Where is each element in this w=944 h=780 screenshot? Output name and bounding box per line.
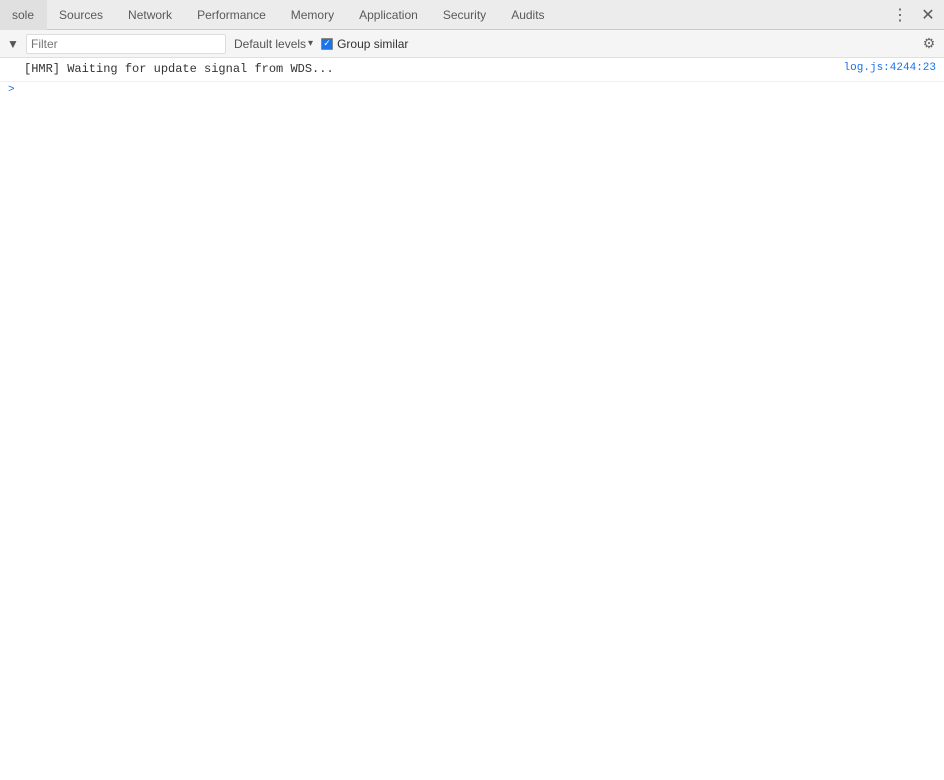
gear-icon: ⚙ <box>923 35 936 52</box>
tab-sources[interactable]: Sources <box>47 0 116 30</box>
tab-memory[interactable]: Memory <box>279 0 347 30</box>
more-tabs-icon: ⋮ <box>892 5 908 25</box>
console-message-link[interactable]: log.js:4244:23 <box>844 61 936 76</box>
tab-console-label: sole <box>12 8 34 22</box>
filter-input[interactable] <box>27 37 225 51</box>
tab-security-label: Security <box>443 8 486 22</box>
tab-application[interactable]: Application <box>347 0 431 30</box>
more-tabs-button[interactable]: ⋮ <box>888 3 912 27</box>
console-toolbar: ▼ Default levels ▾ ✓ Group similar ⚙ <box>0 30 944 58</box>
tab-bar-right: ⋮ ✕ <box>888 3 944 27</box>
console-message-row: [HMR] Waiting for update signal from WDS… <box>0 58 944 82</box>
default-levels-arrow-icon: ▾ <box>308 38 313 49</box>
tab-audits[interactable]: Audits <box>499 0 557 30</box>
tab-performance[interactable]: Performance <box>185 0 279 30</box>
close-icon: ✕ <box>921 5 934 25</box>
group-similar-label: Group similar <box>337 37 408 51</box>
expand-arrow-icon: ▼ <box>7 37 19 51</box>
console-message-text: [HMR] Waiting for update signal from WDS… <box>24 61 836 78</box>
tab-application-label: Application <box>359 8 418 22</box>
tab-memory-label: Memory <box>291 8 334 22</box>
tab-console[interactable]: sole <box>0 0 47 30</box>
settings-button[interactable]: ⚙ <box>918 33 940 55</box>
close-devtools-button[interactable]: ✕ <box>916 3 940 27</box>
default-levels-label: Default levels <box>234 37 306 51</box>
console-drawer-expand[interactable]: ▼ <box>4 35 22 53</box>
tab-audits-label: Audits <box>511 8 544 22</box>
console-expand-row: > <box>0 82 944 98</box>
tab-performance-label: Performance <box>197 8 266 22</box>
tab-security[interactable]: Security <box>431 0 499 30</box>
tab-network[interactable]: Network <box>116 0 185 30</box>
tab-bar-left: sole Sources Network Performance Memory … <box>0 0 888 30</box>
filter-box[interactable] <box>26 34 226 54</box>
devtools-window: sole Sources Network Performance Memory … <box>0 0 944 780</box>
tab-bar: sole Sources Network Performance Memory … <box>0 0 944 30</box>
group-similar-checkbox[interactable]: ✓ <box>321 38 333 50</box>
group-similar-toggle[interactable]: ✓ Group similar <box>321 37 408 51</box>
tab-network-label: Network <box>128 8 172 22</box>
default-levels-dropdown[interactable]: Default levels ▾ <box>230 34 317 54</box>
console-content[interactable]: [HMR] Waiting for update signal from WDS… <box>0 58 944 780</box>
tab-sources-label: Sources <box>59 8 103 22</box>
console-expand-arrow[interactable]: > <box>8 84 15 96</box>
